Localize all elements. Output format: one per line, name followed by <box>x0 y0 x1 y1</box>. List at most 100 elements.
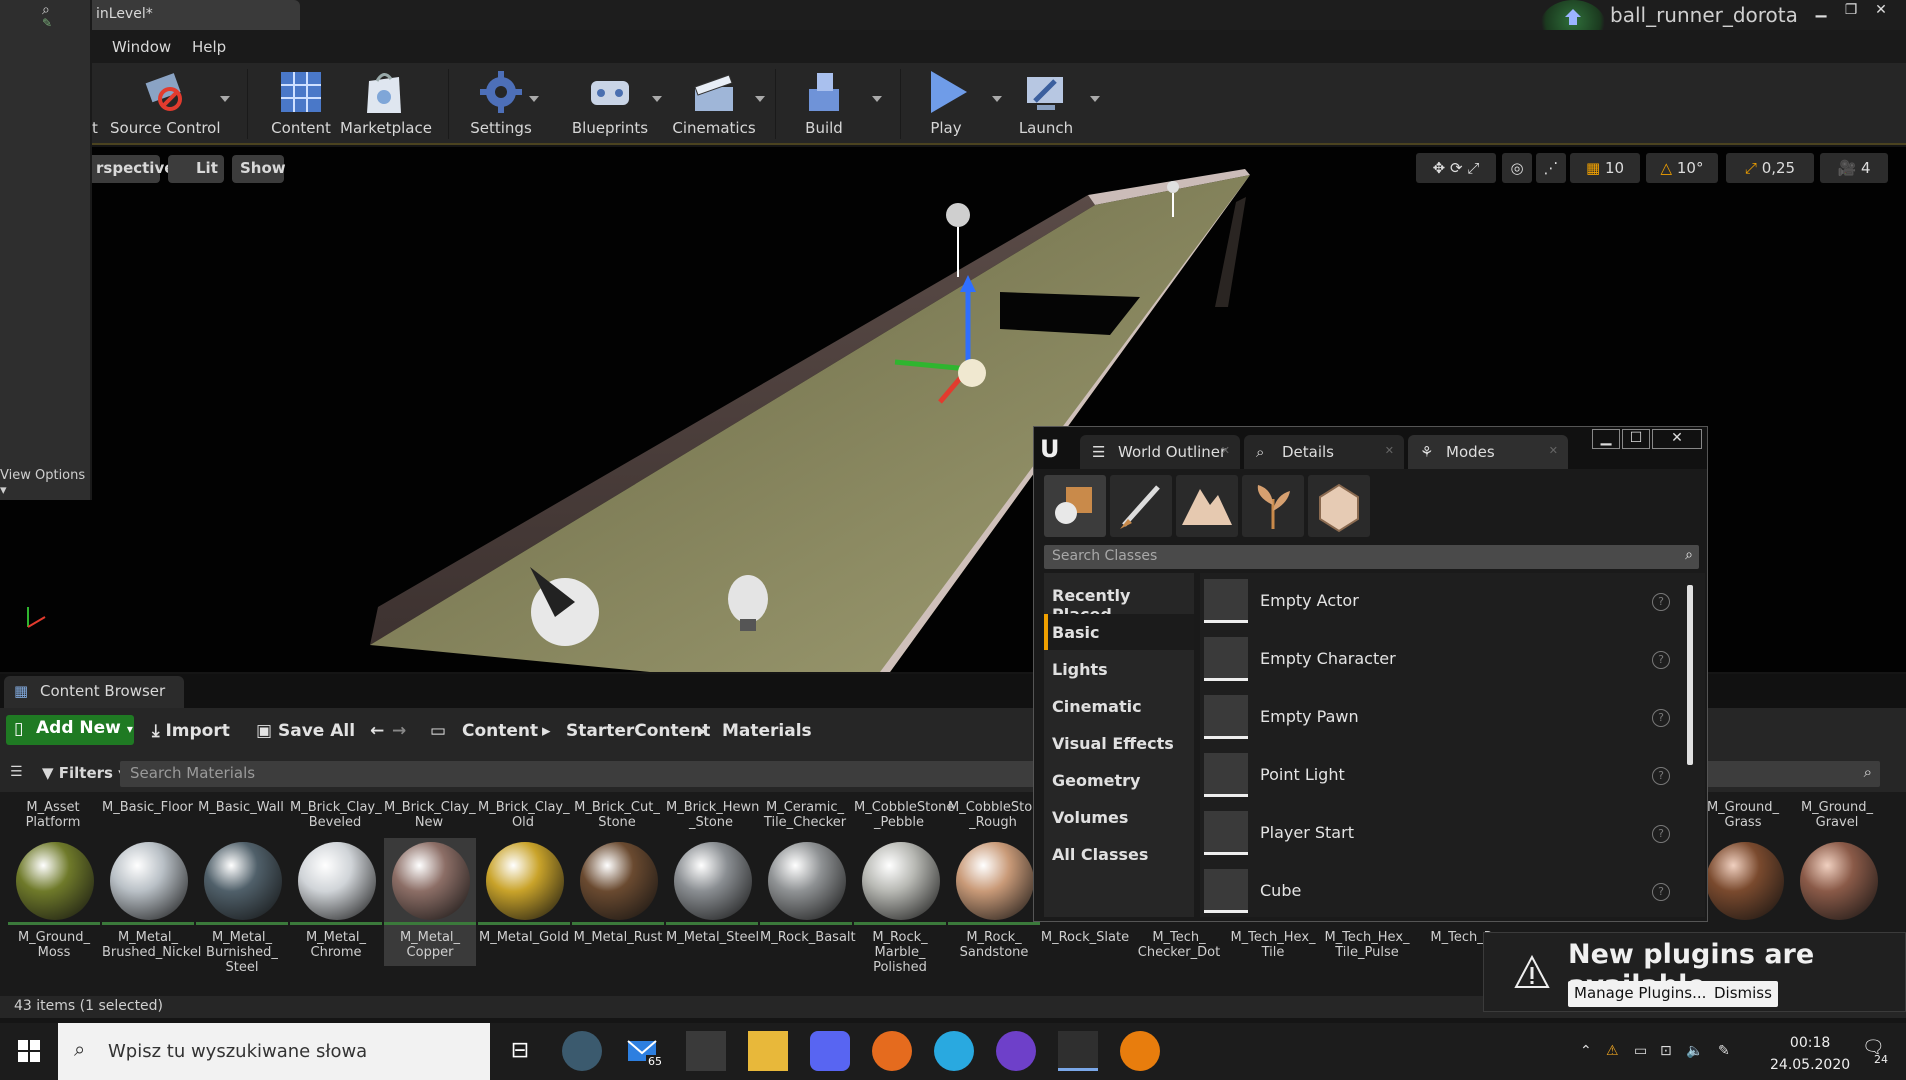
battery-icon[interactable]: ▭ <box>1634 1043 1647 1059</box>
asset-name[interactable]: M_Tech_Hex_ Tile_Pulse <box>1322 930 1412 960</box>
help-icon[interactable]: ? <box>1652 767 1670 785</box>
close-tab-icon[interactable]: ✕ <box>1549 444 1558 457</box>
tab-modes[interactable]: ⚘ Modes ✕ <box>1408 435 1568 469</box>
transform-tools-icon[interactable]: ✥ ⟳ ⤢ <box>1416 153 1496 183</box>
help-icon[interactable]: ? <box>1652 593 1670 611</box>
cinematics-dropdown-icon[interactable] <box>755 96 765 102</box>
close-button[interactable]: ✕ <box>1866 0 1896 22</box>
launch-dropdown-icon[interactable] <box>1090 96 1100 102</box>
cinematics-button[interactable]: Cinematics <box>664 63 764 143</box>
discord-app-icon[interactable] <box>810 1031 850 1071</box>
level-tab[interactable]: inLevel* <box>92 0 300 30</box>
show-hidden-icons-icon[interactable]: ⌃ <box>1580 1043 1592 1059</box>
help-icon[interactable]: ? <box>1652 709 1670 727</box>
class-item[interactable]: Empty Pawn? <box>1200 689 1690 747</box>
play-dropdown-icon[interactable] <box>992 96 1002 102</box>
blender-app-icon[interactable] <box>1120 1031 1160 1071</box>
launch-button[interactable]: Launch <box>1006 63 1086 143</box>
category-basic[interactable]: Basic <box>1044 614 1194 650</box>
landscape-mode-icon[interactable] <box>1176 475 1238 537</box>
store-app-icon[interactable] <box>686 1031 726 1071</box>
menu-help[interactable]: Help <box>192 38 226 56</box>
sources-toggle-icon[interactable]: ☰ <box>10 764 23 780</box>
window-close-icon[interactable]: ✕ <box>1652 429 1702 449</box>
forward-arrow-icon[interactable]: → <box>392 721 406 741</box>
material-asset-tile[interactable]: M_Metal_ Copper <box>384 838 476 966</box>
back-arrow-icon[interactable]: ← <box>370 721 384 741</box>
pencil-icon[interactable]: ✎ <box>42 16 52 30</box>
content-browser-tab[interactable]: ▦ Content Browser <box>4 676 184 708</box>
play-button[interactable]: Play <box>914 63 978 143</box>
material-asset-tile[interactable]: M_Metal_Gold <box>478 838 570 966</box>
material-asset-tile[interactable]: M_Ground_ Moss <box>8 838 100 966</box>
class-item[interactable]: Player Start? <box>1200 805 1690 863</box>
perspective-button[interactable]: rspective <box>88 155 174 183</box>
unreal-app-icon[interactable] <box>1058 1031 1098 1071</box>
close-tab-icon[interactable]: ✕ <box>1385 444 1394 457</box>
class-item[interactable]: Empty Actor? <box>1200 573 1690 631</box>
manage-plugins-button[interactable]: Manage Plugins... <box>1568 981 1713 1007</box>
category-visual-effects[interactable]: Visual Effects <box>1044 725 1194 761</box>
network-icon[interactable]: ⊡ <box>1660 1043 1672 1059</box>
window-maximize-icon[interactable]: ☐ <box>1622 429 1650 449</box>
paint-mode-icon[interactable] <box>1110 475 1172 537</box>
material-asset-tile[interactable]: M_Metal_ Brushed_Nickel <box>102 838 201 966</box>
import-button[interactable]: ⤓ Import <box>152 721 230 741</box>
lit-button[interactable]: Lit <box>168 155 224 183</box>
category-recently-placed[interactable]: Recently Placed <box>1044 577 1194 624</box>
build-button[interactable]: Build <box>786 63 862 143</box>
class-list-scrollbar[interactable] <box>1687 585 1693 765</box>
minimize-button[interactable]: ▁ <box>1806 0 1836 22</box>
surface-snap-icon[interactable]: ⋰ <box>1536 153 1566 183</box>
task-view-icon[interactable]: ⊟ <box>500 1031 540 1071</box>
category-all-classes[interactable]: All Classes <box>1044 836 1194 872</box>
class-item[interactable]: Empty Character? <box>1200 631 1690 689</box>
tab-world-outliner[interactable]: ☰ World Outliner ✕ <box>1080 435 1240 469</box>
category-cinematic[interactable]: Cinematic <box>1044 688 1194 724</box>
tab-details[interactable]: ⌕ Details ✕ <box>1244 435 1404 469</box>
asset-name[interactable]: M_Rock_Slate <box>1040 930 1130 945</box>
foliage-mode-icon[interactable] <box>1242 475 1304 537</box>
material-asset-tile[interactable]: M_Rock_ Sandstone <box>948 838 1040 966</box>
world-local-icon[interactable]: ◎ <box>1502 153 1532 183</box>
source-control-button[interactable]: Source Control <box>110 63 221 143</box>
github-app-icon[interactable] <box>996 1031 1036 1071</box>
material-asset-tile[interactable]: M_Metal_ Burnished_ Steel <box>196 838 288 975</box>
taskbar-search-box[interactable]: ⌕ Wpisz tu wyszukiwane słowa <box>58 1023 490 1080</box>
material-asset-tile[interactable]: M_Metal_Rust <box>572 838 664 966</box>
geometry-mode-icon[interactable] <box>1308 475 1370 537</box>
dismiss-button[interactable]: Dismiss <box>1708 981 1778 1007</box>
marketplace-button[interactable]: Marketplace <box>340 63 432 143</box>
grid-snap-toggle[interactable]: ▦ 10 <box>1570 153 1640 183</box>
breadcrumb-content[interactable]: Content <box>462 721 538 741</box>
material-asset-tile[interactable]: M_Metal_Steel <box>666 838 759 966</box>
class-item[interactable]: Cube? <box>1200 863 1690 917</box>
settings-button[interactable]: Settings <box>458 63 544 143</box>
file-explorer-icon[interactable] <box>748 1031 788 1071</box>
firefox-app-icon[interactable] <box>872 1031 912 1071</box>
breadcrumb-materials[interactable]: Materials <box>722 721 812 741</box>
menu-window[interactable]: Window <box>112 38 171 56</box>
mail-app-icon[interactable]: 65 <box>624 1031 664 1071</box>
help-icon[interactable]: ? <box>1652 825 1670 843</box>
view-options-button[interactable]: View Options ▾ <box>0 468 90 498</box>
build-dropdown-icon[interactable] <box>872 96 882 102</box>
volume-icon[interactable]: 🔈 <box>1686 1043 1703 1059</box>
source-control-dropdown-icon[interactable] <box>220 96 230 102</box>
camera-speed-button[interactable]: 🎥 4 <box>1820 153 1888 183</box>
help-icon[interactable]: ? <box>1652 883 1670 901</box>
material-asset-tile[interactable]: M_Rock_Basalt <box>760 838 856 966</box>
tray-app-icon[interactable]: ⚠ <box>1606 1043 1619 1059</box>
pen-icon[interactable]: ✎ <box>1718 1043 1730 1059</box>
category-lights[interactable]: Lights <box>1044 651 1194 687</box>
material-asset-tile[interactable]: M_Metal_ Chrome <box>290 838 382 966</box>
w-app-icon[interactable] <box>934 1031 974 1071</box>
asset-name[interactable]: M_Tech_ Checker_Dot <box>1134 930 1224 960</box>
show-button[interactable]: Show <box>232 155 286 183</box>
taskbar-clock[interactable]: 00:18 24.05.2020 <box>1770 1032 1850 1076</box>
rotation-snap-toggle[interactable]: △ 10° <box>1646 153 1718 183</box>
add-new-button[interactable]: ▯ Add New ▾ <box>6 715 134 745</box>
scale-snap-toggle[interactable]: ⤢ 0,25 <box>1726 153 1814 183</box>
close-tab-icon[interactable]: ✕ <box>1221 444 1230 457</box>
save-all-button[interactable]: ▣ Save All <box>256 721 355 741</box>
